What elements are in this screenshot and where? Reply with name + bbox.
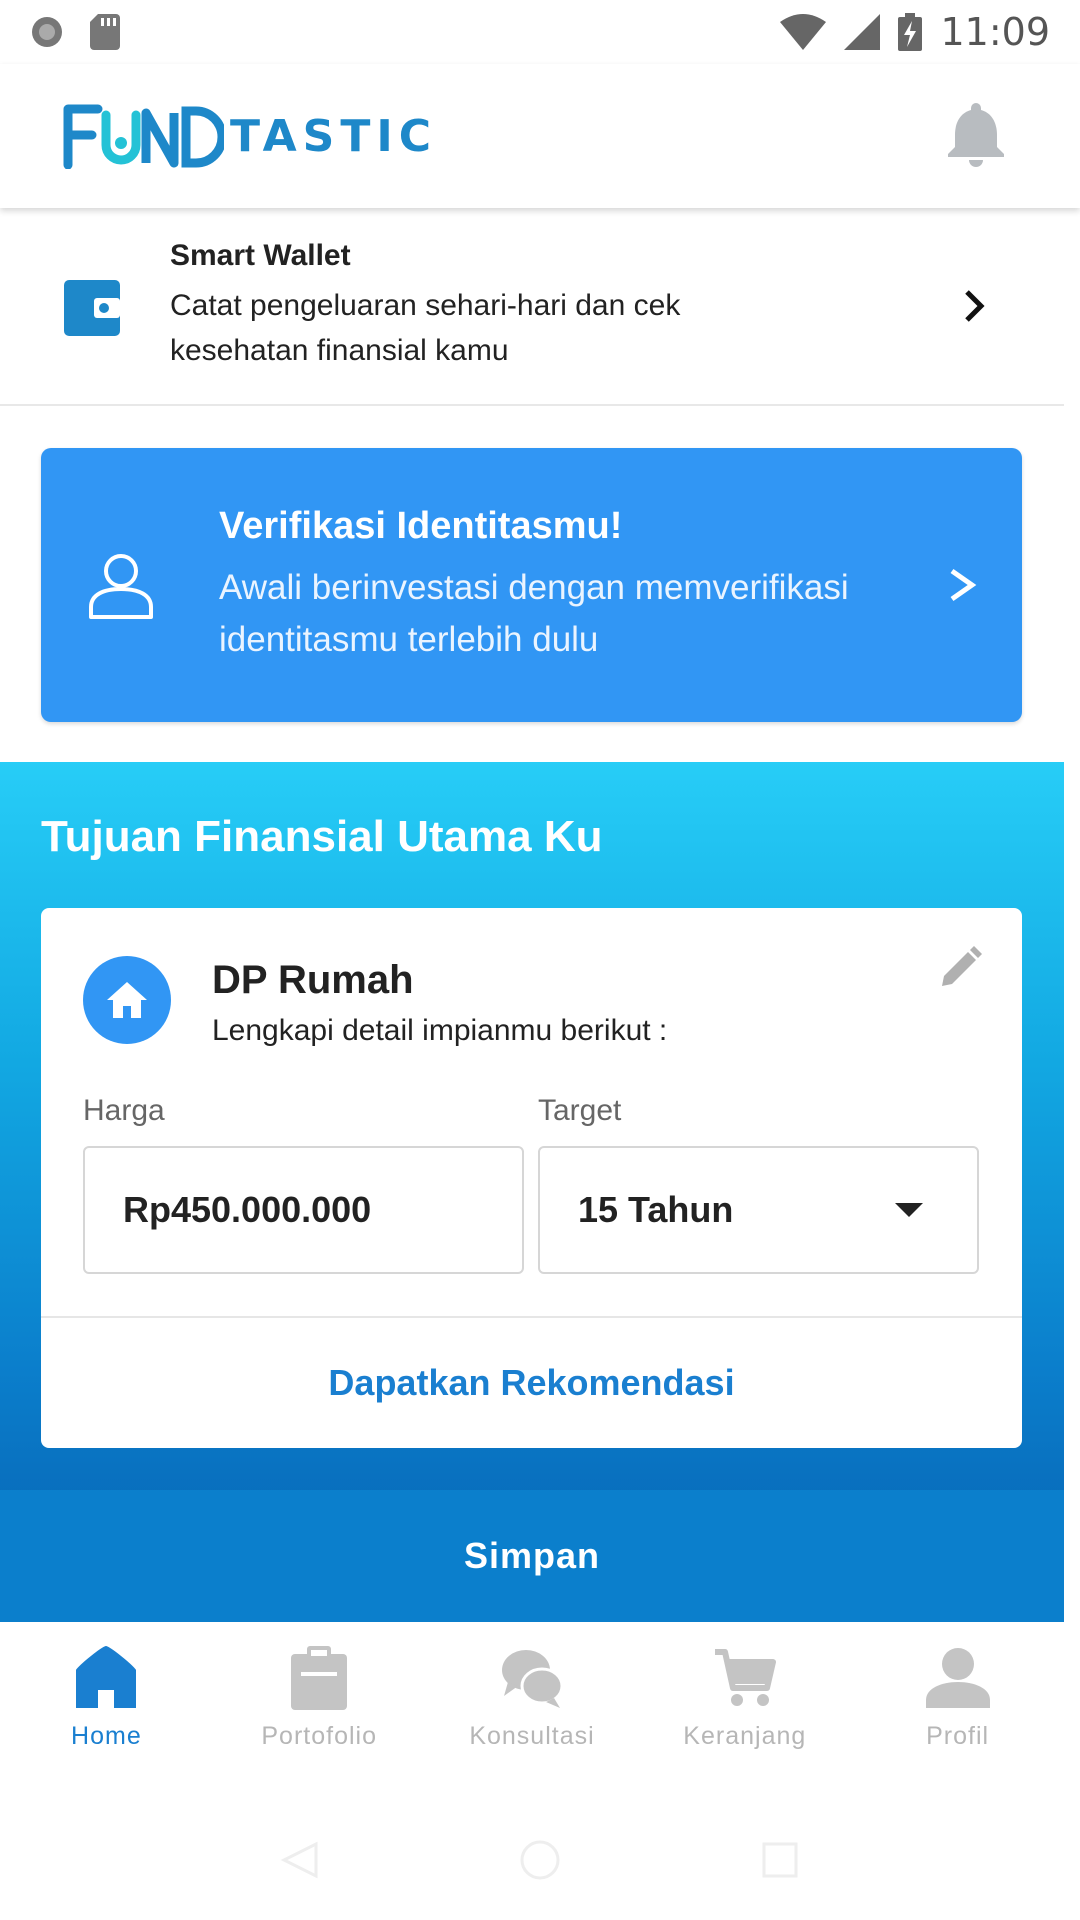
home-circle-icon[interactable] — [518, 1838, 562, 1882]
chat-icon — [501, 1650, 564, 1708]
wifi-icon — [780, 14, 827, 50]
nav-item-home[interactable]: Home — [0, 1622, 213, 1782]
nav-label-konsultasi: Konsultasi — [469, 1722, 595, 1750]
target-dropdown[interactable]: 15 Tahun — [538, 1146, 979, 1274]
financial-goal-section: Tujuan Finansial Utama Ku DP Rumah Lengk… — [0, 762, 1064, 1622]
chevron-right-icon — [950, 568, 977, 602]
goal-icon-circle — [83, 956, 171, 1044]
nav-item-konsultasi[interactable]: Konsultasi — [426, 1622, 639, 1782]
nav-label-home: Home — [71, 1722, 142, 1750]
profile-icon — [925, 1648, 990, 1708]
smart-wallet-text: Smart Wallet Catat pengeluaran sehari-ha… — [170, 239, 954, 373]
save-button[interactable]: Simpan — [0, 1490, 1064, 1622]
app-header: TASTIC — [0, 64, 1080, 208]
nav-label-portofolio: Portofolio — [261, 1722, 377, 1750]
cart-icon — [714, 1649, 776, 1706]
nav-item-portofolio[interactable]: Portofolio — [213, 1622, 426, 1782]
smart-wallet-title: Smart Wallet — [170, 239, 351, 272]
chevron-right-icon — [965, 290, 985, 322]
record-icon — [32, 17, 62, 47]
home-icon — [76, 1646, 137, 1708]
user-outline-icon — [89, 554, 153, 619]
verify-identity-banner[interactable]: Verifikasi Identitasmu! Awali berinvesta… — [41, 448, 1022, 722]
price-label: Harga — [83, 1094, 165, 1127]
nav-item-profil[interactable]: Profil — [851, 1622, 1064, 1782]
notification-button[interactable] — [944, 101, 1008, 172]
logo-text-tastic: TASTIC — [230, 110, 438, 162]
clipboard-icon — [291, 1646, 348, 1710]
fund-logo-mark — [63, 104, 224, 169]
goal-card: DP Rumah Lengkapi detail impianmu beriku… — [41, 908, 1022, 1448]
bottom-navigation: Home Portofolio Konsultasi Keranjang Pro… — [0, 1622, 1064, 1782]
nav-label-profil: Profil — [926, 1722, 990, 1750]
back-icon[interactable] — [278, 1838, 322, 1882]
goal-title: DP Rumah — [212, 958, 414, 1002]
status-time: 11:09 — [940, 10, 1050, 54]
wallet-icon — [64, 280, 120, 336]
house-icon — [107, 982, 147, 1018]
system-navigation-bar — [0, 1800, 1080, 1920]
target-value: 15 Tahun — [578, 1189, 734, 1230]
battery-charging-icon — [898, 13, 923, 51]
smart-wallet-row[interactable]: Smart Wallet Catat pengeluaran sehari-ha… — [0, 208, 1064, 406]
verify-identity-text: Verifikasi Identitasmu! Awali berinvesta… — [219, 505, 942, 666]
edit-pencil-icon[interactable] — [938, 946, 982, 990]
nav-item-keranjang[interactable]: Keranjang — [638, 1622, 851, 1782]
goal-subtitle: Lengkapi detail impianmu berikut : — [212, 1014, 668, 1047]
nav-label-keranjang: Keranjang — [683, 1722, 807, 1750]
status-bar: 11:09 — [0, 0, 1080, 64]
smart-wallet-description: Catat pengeluaran sehari-hari dan cek ke… — [170, 289, 681, 367]
price-value: Rp450.000.000 — [123, 1189, 372, 1230]
bell-icon — [948, 102, 1004, 167]
verify-identity-description: Awali berinvestasi dengan memverifikasi … — [219, 567, 849, 659]
recents-icon[interactable] — [758, 1838, 802, 1882]
signal-icon — [844, 14, 881, 50]
price-input[interactable]: Rp450.000.000 — [83, 1146, 524, 1274]
dropdown-arrow-icon — [895, 1203, 923, 1217]
goal-section-heading: Tujuan Finansial Utama Ku — [41, 812, 603, 861]
get-recommendation-button[interactable]: Dapatkan Rekomendasi — [41, 1318, 1022, 1448]
sd-card-icon — [90, 14, 120, 50]
verify-identity-title: Verifikasi Identitasmu! — [219, 504, 623, 547]
fundtastic-logo[interactable]: TASTIC — [62, 103, 437, 169]
target-label: Target — [538, 1094, 622, 1127]
